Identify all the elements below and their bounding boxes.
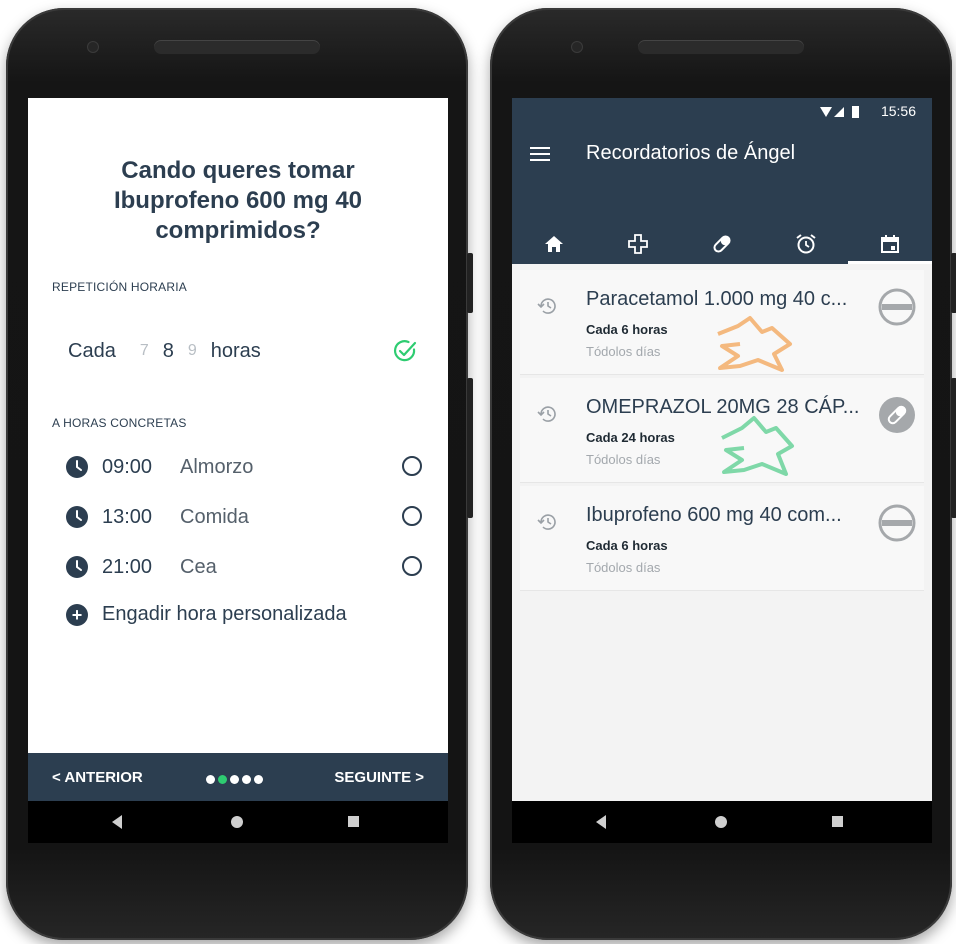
- step-dot: [254, 775, 263, 784]
- hour-option-prev[interactable]: 7: [140, 342, 149, 360]
- back-icon[interactable]: [596, 815, 606, 829]
- system-nav-bar: [512, 801, 932, 843]
- question-title: Cando queres tomar Ibuprofeno 600 mg 40 …: [113, 157, 363, 244]
- meal-label: Comida: [180, 505, 249, 528]
- volume-button: [467, 253, 473, 313]
- time-value: 13:00: [102, 505, 153, 528]
- app-title: Recordatorios de Ángel: [586, 142, 796, 164]
- medicine-name: Paracetamol 1.000 mg 40 c...: [586, 288, 848, 310]
- home-circle-icon[interactable]: [715, 816, 727, 828]
- menu-icon[interactable]: [530, 146, 550, 162]
- check-circle-icon[interactable]: [392, 338, 418, 364]
- signal-battery-icons: [820, 106, 859, 118]
- status-bar: 15:56: [512, 98, 932, 124]
- home-icon: [545, 236, 563, 252]
- system-nav-bar: [28, 801, 448, 843]
- radio-button[interactable]: [402, 506, 422, 526]
- clock-icon: [66, 456, 88, 478]
- meal-label: Almorzo: [180, 455, 254, 478]
- paracetamol-scribble-icon: [717, 316, 792, 372]
- clock-icon: [66, 556, 88, 578]
- reminders-list: Paracetamol 1.000 mg 40 c... Cada 6 hora…: [512, 264, 932, 801]
- status-time: 15:56: [880, 103, 916, 119]
- reminder-card[interactable]: OMEPRAZOL 20MG 28 CÁP... Cada 24 horas T…: [520, 378, 924, 483]
- volume-button: [951, 253, 956, 313]
- reminder-card[interactable]: Paracetamol 1.000 mg 40 c... Cada 6 hora…: [520, 270, 924, 375]
- step-dot: [242, 775, 251, 784]
- step-dot-active: [218, 775, 227, 784]
- reminder-card[interactable]: Ibuprofeno 600 mg 40 com... Cada 6 horas…: [520, 486, 924, 591]
- repetition-picker[interactable]: Cada 7 8 9 horas: [68, 336, 418, 366]
- front-camera: [572, 42, 582, 52]
- medicine-frequency: Cada 6 horas: [586, 322, 668, 337]
- tab-bar: [512, 220, 932, 264]
- repetition-label: REPETICIÓN HORARIA: [52, 280, 187, 294]
- add-custom-hour-button[interactable]: + Engadir hora personalizada: [66, 603, 347, 626]
- tab-home[interactable]: [512, 226, 596, 262]
- cada-label: Cada: [68, 339, 116, 362]
- medicine-frequency: Cada 6 horas: [586, 538, 668, 553]
- speaker-grill: [154, 40, 320, 54]
- no-entry-icon[interactable]: [878, 288, 916, 326]
- time-row-breakfast[interactable]: 09:00 Almorzo: [66, 452, 422, 482]
- history-icon: [537, 406, 556, 422]
- specific-hours-label: A HORAS CONCRETAS: [52, 416, 187, 430]
- time-value: 21:00: [102, 555, 153, 578]
- home-circle-icon[interactable]: [231, 816, 243, 828]
- horas-label: horas: [210, 339, 261, 362]
- medicine-days: Tódolos días: [586, 452, 661, 467]
- no-entry-icon[interactable]: [878, 504, 916, 542]
- pill-icon[interactable]: [878, 396, 916, 434]
- plus-circle-icon: +: [66, 603, 88, 626]
- calendar-icon: [881, 235, 899, 253]
- alarm-icon: [796, 234, 816, 254]
- power-button: [951, 378, 956, 518]
- back-icon[interactable]: [112, 815, 122, 829]
- hour-option-selected[interactable]: 8: [163, 340, 174, 363]
- recents-icon[interactable]: [832, 816, 843, 827]
- tab-medicines[interactable]: [680, 226, 764, 262]
- power-button: [467, 378, 473, 518]
- time-value: 09:00: [102, 455, 153, 478]
- recents-icon[interactable]: [348, 816, 359, 827]
- medicine-name: Ibuprofeno 600 mg 40 com...: [586, 504, 842, 526]
- radio-button[interactable]: [402, 556, 422, 576]
- omeprazol-scribble-icon: [721, 416, 794, 476]
- pill-icon: [713, 235, 731, 253]
- right-phone: 15:56 Recordatorios de Ángel Paracetamol…: [490, 8, 956, 940]
- left-screen: Cando queres tomar Ibuprofeno 600 mg 40 …: [28, 98, 448, 843]
- meal-label: Cea: [180, 555, 217, 578]
- app-bar: Recordatorios de Ángel: [512, 124, 932, 264]
- tab-calendar[interactable]: [848, 226, 932, 262]
- wizard-nav-bar: < ANTERIOR SEGUINTE >: [28, 753, 448, 803]
- medical-cross-icon: [628, 234, 648, 254]
- medicine-days: Tódolos días: [586, 344, 661, 359]
- next-button[interactable]: SEGUINTE >: [334, 769, 424, 786]
- step-dot: [230, 775, 239, 784]
- left-phone: Cando queres tomar Ibuprofeno 600 mg 40 …: [6, 8, 473, 940]
- history-icon: [537, 298, 556, 314]
- step-dot: [206, 775, 215, 784]
- add-custom-hour-label: Engadir hora personalizada: [102, 603, 347, 625]
- step-indicator: [206, 775, 266, 784]
- previous-button[interactable]: < ANTERIOR: [52, 769, 143, 786]
- clock-icon: [66, 506, 88, 528]
- time-row-lunch[interactable]: 13:00 Comida: [66, 502, 422, 532]
- tab-alarms[interactable]: [764, 226, 848, 262]
- medicine-frequency: Cada 24 horas: [586, 430, 675, 445]
- radio-button[interactable]: [402, 456, 422, 476]
- hour-option-next[interactable]: 9: [188, 342, 197, 360]
- right-screen: 15:56 Recordatorios de Ángel Paracetamol…: [512, 98, 932, 843]
- history-icon: [537, 514, 556, 530]
- tab-doctors[interactable]: [596, 226, 680, 262]
- front-camera: [88, 42, 98, 52]
- speaker-grill: [638, 40, 804, 54]
- time-row-dinner[interactable]: 21:00 Cea: [66, 552, 422, 582]
- medicine-days: Tódolos días: [586, 560, 661, 575]
